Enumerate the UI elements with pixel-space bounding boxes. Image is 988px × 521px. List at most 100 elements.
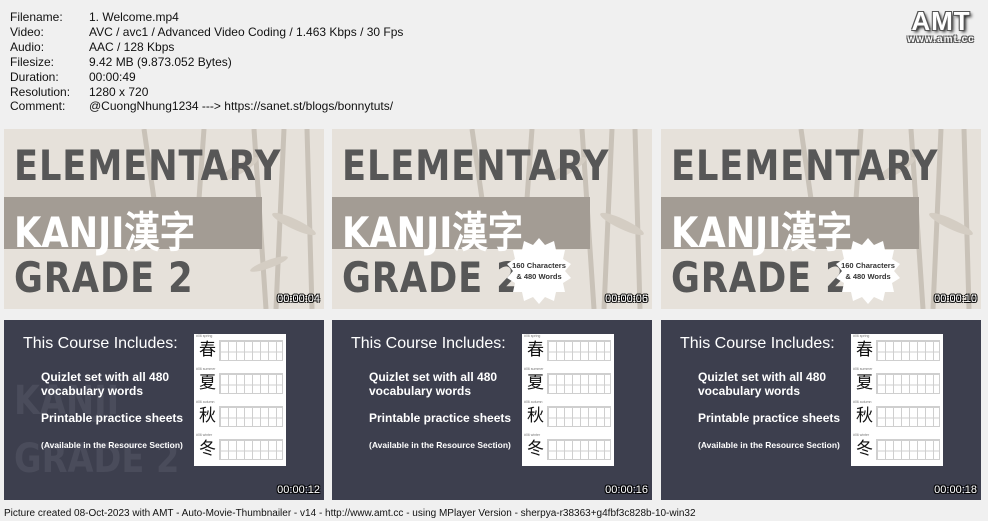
sheet-kanji: 秋 xyxy=(856,406,873,426)
title-grade: GRADE 2 xyxy=(671,253,851,302)
badge-text-1: 160 Characters xyxy=(841,261,895,270)
timestamp: 00:00:12 xyxy=(277,484,320,496)
thumbnail-4[interactable]: KANJI GRADE 2 This Course Includes: Quizl… xyxy=(4,320,324,500)
thumbnail-3[interactable]: ELEMENTARY KANJI漢字 GRADE 2 160 Character… xyxy=(661,129,981,309)
resource-note: (Available in the Resource Section) xyxy=(369,440,511,450)
timestamp: 00:00:10 xyxy=(934,293,977,305)
amt-logo: AMT www.amt.cc xyxy=(906,6,976,45)
thumbnail-1[interactable]: ELEMENTARY KANJI漢字 GRADE 2 00:00:04 xyxy=(4,129,324,309)
timestamp: 00:00:16 xyxy=(605,484,648,496)
sheet-kanji: 夏 xyxy=(527,373,544,393)
info-row-audio: Audio: AAC / 128 Kbps xyxy=(10,40,403,55)
sheet-label: #06 summer xyxy=(853,367,873,371)
logo-url: www.amt.cc xyxy=(907,34,975,45)
info-row-filename: Filename: 1. Welcome.mp4 xyxy=(10,10,403,25)
practice-grid xyxy=(219,439,283,460)
info-row-comment: Comment: @CuongNhung1234 ---> https://san… xyxy=(10,99,403,114)
words-badge: 160 Characters & 480 Words xyxy=(504,236,574,306)
practice-grid xyxy=(219,373,283,394)
footer-credit: Picture created 08-Oct-2023 with AMT - A… xyxy=(4,508,696,519)
bullet-quizlet: Quizlet set with all 480 vocabulary word… xyxy=(369,370,498,398)
title-kanji: KANJI漢字 xyxy=(671,208,852,257)
resource-note: (Available in the Resource Section) xyxy=(41,440,183,450)
sheet-kanji: 秋 xyxy=(527,406,544,426)
sheet-kanji: 春 xyxy=(199,340,216,360)
badge-text-1: 160 Characters xyxy=(512,261,566,270)
info-value: 1. Welcome.mp4 xyxy=(89,10,179,24)
title-kanji: KANJI漢字 xyxy=(342,208,523,257)
practice-grid xyxy=(547,340,611,361)
sheet-section: #06 winter 冬 xyxy=(194,433,286,465)
practice-sheet: #06 spring 春 #06 summer 夏 #06 autumn 秋 #06 … xyxy=(194,334,286,466)
bullet-quizlet: Quizlet set with all 480 vocabulary word… xyxy=(698,370,827,398)
sheet-kanji: 春 xyxy=(527,340,544,360)
practice-grid xyxy=(547,373,611,394)
info-label: Video: xyxy=(10,24,44,39)
sheet-kanji: 秋 xyxy=(199,406,216,426)
sheet-section: #06 summer 夏 xyxy=(851,367,943,399)
info-label: Comment: xyxy=(10,99,66,114)
info-label: Filename: xyxy=(10,10,63,24)
bullet-sheets: Printable practice sheets xyxy=(41,411,184,425)
bullet-sheets: Printable practice sheets xyxy=(369,411,512,425)
info-value: 9.42 MB (9.873.052 Bytes) xyxy=(89,54,232,69)
practice-grid xyxy=(219,340,283,361)
sheet-label: #06 autumn xyxy=(196,400,215,404)
info-row-filesize: Filesize: 9.42 MB (9.873.052 Bytes) xyxy=(10,55,403,70)
sheet-section: #06 spring 春 xyxy=(194,334,286,366)
sheet-label: #06 summer xyxy=(524,367,544,371)
sheet-label: #06 spring xyxy=(853,334,870,338)
course-heading: This Course Includes: xyxy=(351,335,506,352)
badge-text-2: & 480 Words xyxy=(845,272,891,281)
bullet-quizlet: Quizlet set with all 480 vocabulary word… xyxy=(41,370,170,398)
info-label: Filesize: xyxy=(10,54,55,69)
practice-grid xyxy=(219,406,283,427)
info-label: Audio: xyxy=(10,39,45,54)
file-info: Filename: 1. Welcome.mp4 Video: AVC / avc1… xyxy=(10,10,403,114)
sheet-label: #06 summer xyxy=(196,367,216,371)
sheet-kanji: 冬 xyxy=(856,439,873,459)
practice-grid xyxy=(876,406,940,427)
sheet-label: #06 spring xyxy=(524,334,541,338)
badge-shape xyxy=(836,238,900,304)
bullet-sheets: Printable practice sheets xyxy=(698,411,841,425)
sheet-label: #06 autumn xyxy=(524,400,543,404)
timestamp: 00:00:04 xyxy=(277,293,320,305)
title-grade: GRADE 2 xyxy=(342,253,522,302)
sheet-section: #06 autumn 秋 xyxy=(194,400,286,432)
info-row-duration: Duration: 00:00:49 xyxy=(10,70,403,85)
resource-note: (Available in the Resource Section) xyxy=(698,440,840,450)
sheet-section: #06 autumn 秋 xyxy=(851,400,943,432)
practice-grid xyxy=(876,373,940,394)
thumbnail-6[interactable]: This Course Includes: Quizlet set with a… xyxy=(661,320,981,500)
info-label: Duration: xyxy=(10,69,59,84)
title-elementary: ELEMENTARY xyxy=(14,141,282,190)
info-value: 00:00:49 xyxy=(89,69,136,84)
words-badge: 160 Characters & 480 Words xyxy=(833,236,903,306)
info-value: @CuongNhung1234 ---> https://sanet.st/bl… xyxy=(89,99,394,114)
sheet-label: #06 winter xyxy=(524,433,541,437)
sheet-section: #06 spring 春 xyxy=(522,334,614,366)
course-heading: This Course Includes: xyxy=(680,335,835,352)
title-kanji: KANJI漢字 xyxy=(14,208,195,257)
logo-text: AMT xyxy=(911,6,971,36)
sheet-section: #06 summer 夏 xyxy=(522,367,614,399)
sheet-label: #06 winter xyxy=(853,433,870,437)
timestamp: 00:00:18 xyxy=(934,484,977,496)
sheet-kanji: 夏 xyxy=(856,373,873,393)
badge-shape xyxy=(507,238,571,304)
info-value: 1280 x 720 xyxy=(89,84,149,99)
info-row-resolution: Resolution: 1280 x 720 xyxy=(10,85,403,100)
title-elementary: ELEMENTARY xyxy=(671,141,939,190)
practice-grid xyxy=(547,439,611,460)
sheet-kanji: 冬 xyxy=(199,439,216,459)
practice-sheet: #06 spring 春 #06 summer 夏 #06 autumn 秋 #06 … xyxy=(851,334,943,466)
thumbnail-2[interactable]: ELEMENTARY KANJI漢字 GRADE 2 160 Character… xyxy=(332,129,652,309)
course-heading: This Course Includes: xyxy=(23,335,178,352)
title-elementary: ELEMENTARY xyxy=(342,141,610,190)
thumbnail-5[interactable]: This Course Includes: Quizlet set with a… xyxy=(332,320,652,500)
badge-text-2: & 480 Words xyxy=(516,272,562,281)
sheet-section: #06 summer 夏 xyxy=(194,367,286,399)
practice-grid xyxy=(876,439,940,460)
sheet-kanji: 夏 xyxy=(199,373,216,393)
